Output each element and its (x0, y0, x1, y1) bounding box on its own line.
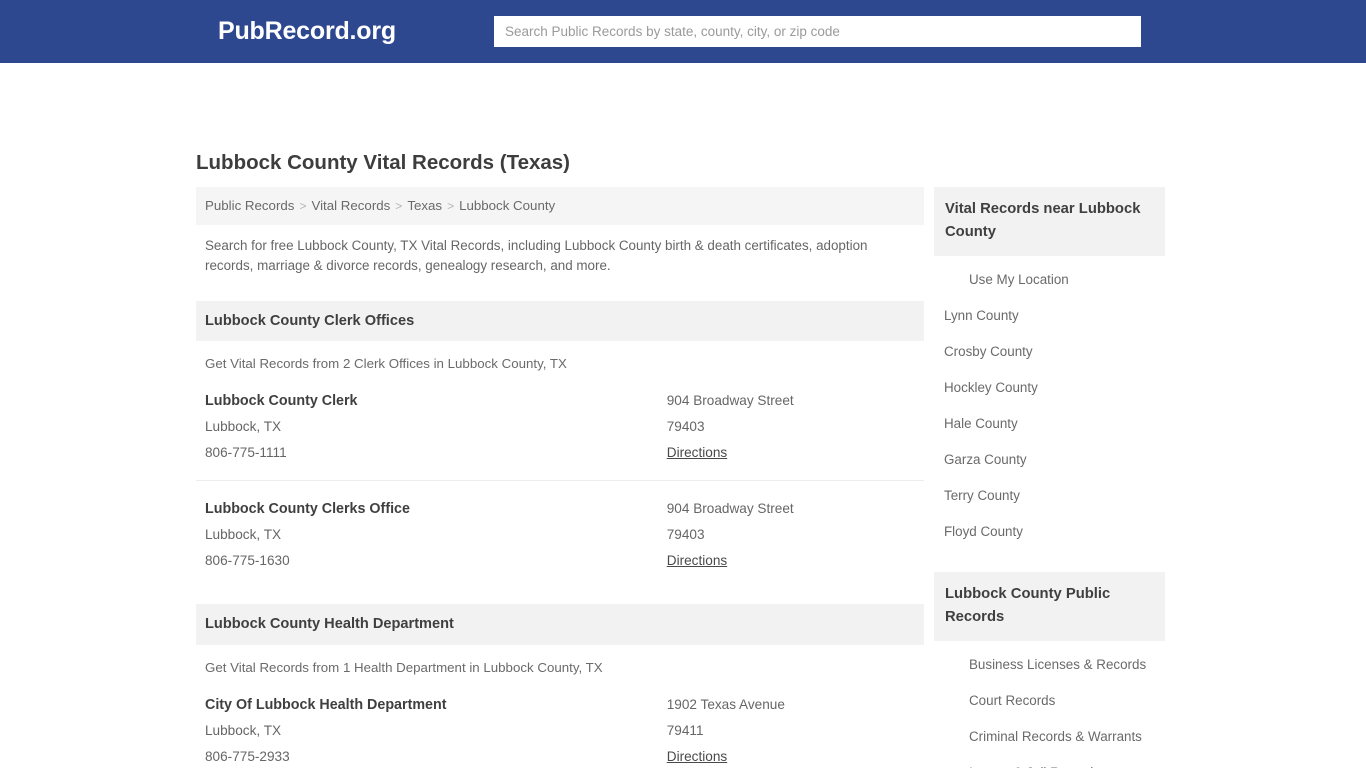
sidebar-link[interactable]: Lynn County (934, 298, 1165, 334)
listing-phone: 806-775-1111 (205, 445, 287, 461)
sidebar-link[interactable]: Crosby County (934, 334, 1165, 370)
directions-link[interactable]: Directions (667, 744, 727, 768)
records-section: Lubbock County Health Department Get Vita… (196, 604, 924, 768)
sidebar-panel-list: Use My Location Lynn County Crosby County H… (934, 256, 1165, 550)
listing-street: 904 Broadway Street (666, 501, 794, 517)
breadcrumb-item[interactable]: Public Records (205, 198, 294, 213)
site-logo[interactable]: PubRecord.org (218, 19, 396, 44)
sidebar-link[interactable]: Hockley County (934, 370, 1165, 406)
page-description: Search for free Lubbock County, TX Vital… (205, 237, 868, 273)
section-subtitle: Get Vital Records from 1 Health Departme… (205, 659, 603, 675)
listing-zip: 79411 (666, 722, 704, 738)
search-input[interactable] (494, 16, 1141, 47)
listing-directions-row: Directions (667, 548, 915, 574)
listing-right-column: 1902 Texas Avenue 79411 Directions (667, 692, 915, 768)
sidebar-panel-title: Vital Records near Lubbock County (934, 187, 1165, 256)
directions-link[interactable]: Directions (667, 548, 727, 574)
breadcrumb-separator: > (395, 199, 403, 213)
sidebar-link[interactable]: Criminal Records & Warrants (934, 719, 1165, 755)
breadcrumb-separator: > (299, 199, 307, 213)
record-listing: Lubbock County Clerks Office Lubbock, TX 8… (196, 480, 924, 588)
sidebar-panel-title: Lubbock County Public Records (934, 572, 1165, 641)
sidebar-link[interactable]: Garza County (934, 442, 1165, 478)
listing-name[interactable]: City Of Lubbock Health Department (205, 692, 667, 718)
section-header: Lubbock County Health Department (196, 604, 924, 645)
search-container (494, 16, 1141, 47)
sidebar-link[interactable]: Use My Location (934, 262, 1165, 298)
listing-left-column: City Of Lubbock Health Department Lubbock… (205, 692, 667, 768)
listing-zip: 79403 (666, 527, 705, 543)
sidebar: Vital Records near Lubbock County Use My … (934, 187, 1165, 768)
listing-name[interactable]: Lubbock County Clerks Office (205, 496, 667, 522)
record-listing: City Of Lubbock Health Department Lubbock… (196, 684, 924, 768)
listing-street: 904 Broadway Street (666, 393, 794, 409)
sidebar-panel-list: Business Licenses & Records Court Records… (934, 641, 1165, 768)
listing-directions-row: Directions (667, 440, 915, 466)
listing-right-column: 904 Broadway Street 79403 Directions (667, 388, 915, 466)
sidebar-panel: Vital Records near Lubbock County Use My … (934, 187, 1165, 550)
sidebar-link[interactable]: Business Licenses & Records (934, 647, 1165, 683)
sidebar-link[interactable]: Hale County (934, 406, 1165, 442)
sidebar-link[interactable]: Inmate & Jail Records (934, 755, 1165, 768)
listing-name[interactable]: Lubbock County Clerk (205, 388, 667, 414)
sidebar-link[interactable]: Floyd County (934, 514, 1165, 550)
sidebar-link[interactable]: Terry County (934, 478, 1165, 514)
records-section: Lubbock County Clerk Offices Get Vital Re… (196, 300, 924, 589)
breadcrumb-item[interactable]: Texas (407, 198, 442, 213)
listing-left-column: Lubbock County Clerk Lubbock, TX 806-775-1… (205, 388, 667, 466)
breadcrumb-separator: > (447, 199, 455, 213)
listing-left-column: Lubbock County Clerks Office Lubbock, TX 8… (205, 496, 667, 574)
site-header: PubRecord.org (0, 0, 1366, 63)
listing-right-column: 904 Broadway Street 79403 Directions (667, 496, 915, 574)
sidebar-panel: Lubbock County Public Records Business Li… (934, 572, 1165, 768)
listing-directions-row: Directions (667, 744, 915, 768)
page-title: Lubbock County Vital Records (Texas) (196, 151, 571, 174)
listing-phone: 806-775-2933 (205, 748, 290, 764)
directions-link[interactable]: Directions (667, 440, 727, 466)
breadcrumb: Public Records > Vital Records > Texas > Lubbo… (196, 187, 924, 225)
breadcrumb-item[interactable]: Vital Records (311, 198, 390, 213)
sidebar-link[interactable]: Court Records (934, 683, 1165, 719)
record-listing: Lubbock County Clerk Lubbock, TX 806-775-1… (196, 380, 924, 480)
listing-city-state: Lubbock, TX (205, 419, 282, 435)
section-subtitle: Get Vital Records from 2 Clerk Offices i… (205, 356, 567, 372)
sections-container: Lubbock County Clerk Offices Get Vital Re… (196, 300, 924, 768)
listing-phone: 806-775-1630 (205, 553, 290, 569)
listing-street: 1902 Texas Avenue (666, 696, 785, 712)
listing-zip: 79403 (666, 419, 705, 435)
listing-city-state: Lubbock, TX (205, 527, 282, 543)
breadcrumb-item[interactable]: Lubbock County (459, 198, 555, 213)
section-header: Lubbock County Clerk Offices (196, 300, 924, 342)
main-content: Public Records > Vital Records > Texas > Lubbo… (196, 187, 924, 768)
listing-city-state: Lubbock, TX (205, 722, 282, 738)
